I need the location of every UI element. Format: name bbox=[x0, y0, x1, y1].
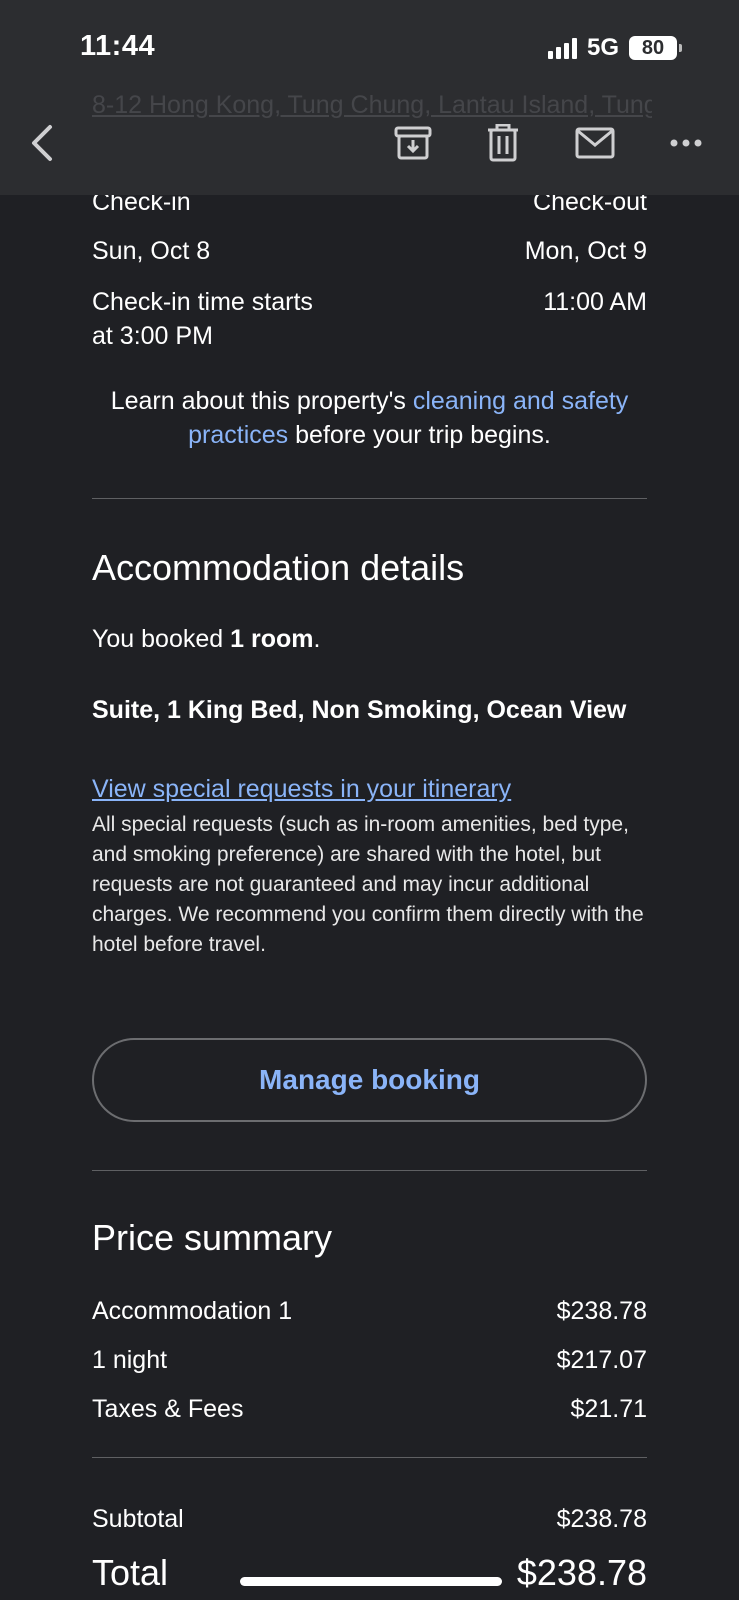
home-indicator[interactable] bbox=[240, 1577, 502, 1586]
more-button[interactable] bbox=[661, 118, 711, 168]
price-line-label: Accommodation 1 bbox=[92, 1297, 293, 1325]
checkin-date: Sun, Oct 8 bbox=[92, 237, 211, 265]
price-line-value: $238.78 bbox=[556, 1297, 647, 1325]
price-line-label: Taxes & Fees bbox=[92, 1395, 244, 1423]
mail-icon bbox=[575, 127, 615, 159]
cleaning-suffix: before your trip begins. bbox=[288, 421, 551, 449]
special-requests-link[interactable]: View special requests in your itinerary bbox=[92, 775, 511, 803]
divider bbox=[92, 1170, 647, 1171]
booked-summary: You booked 1 room. bbox=[92, 622, 647, 656]
status-time: 11:44 bbox=[80, 30, 156, 62]
cleaning-notice: Learn about this property's cleaning and… bbox=[92, 384, 647, 452]
total-label: Total bbox=[92, 1552, 169, 1593]
price-line-value: $21.71 bbox=[570, 1395, 647, 1423]
mail-button[interactable] bbox=[570, 118, 620, 168]
special-requests-note: All special requests (such as in-room am… bbox=[92, 813, 644, 956]
booked-prefix: You booked bbox=[92, 625, 231, 653]
cleaning-prefix: Learn about this property's bbox=[110, 387, 413, 415]
total-row: Total $238.78 bbox=[92, 1552, 647, 1594]
network-label: 5G bbox=[586, 34, 619, 61]
checkin-time-line1: Check-in time starts bbox=[92, 288, 313, 316]
archive-button[interactable] bbox=[388, 118, 438, 168]
trash-icon bbox=[486, 124, 520, 162]
divider bbox=[92, 498, 647, 499]
subtotal-label: Subtotal bbox=[92, 1505, 184, 1533]
checkout-date: Mon, Oct 9 bbox=[524, 237, 647, 265]
price-summary-title: Price summary bbox=[92, 1217, 333, 1258]
accommodation-title: Accommodation details bbox=[92, 547, 465, 588]
checkout-time: 11:00 AM bbox=[543, 288, 647, 316]
room-type: Suite, 1 King Bed, Non Smoking, Ocean Vi… bbox=[92, 696, 627, 724]
price-line: 1 night $217.07 bbox=[92, 1346, 647, 1375]
price-line-label: 1 night bbox=[92, 1346, 168, 1374]
total-value: $238.78 bbox=[516, 1552, 647, 1593]
signal-icon bbox=[547, 37, 577, 59]
battery-level: 80 bbox=[641, 36, 665, 59]
price-line-value: $217.07 bbox=[556, 1346, 647, 1374]
chevron-left-icon bbox=[28, 123, 58, 163]
delete-button[interactable] bbox=[478, 118, 528, 168]
battery-icon: 80 bbox=[629, 36, 682, 60]
back-button[interactable] bbox=[18, 118, 68, 168]
divider bbox=[92, 1457, 647, 1458]
price-line: Taxes & Fees $21.71 bbox=[92, 1395, 647, 1424]
stay-dates-row: Sun, Oct 8 Mon, Oct 9 bbox=[92, 237, 647, 266]
checkin-time-line2: at 3:00 PM bbox=[92, 322, 213, 350]
status-indicators: 5G 80 bbox=[547, 34, 682, 62]
special-requests-link-wrap: View special requests in your itinerary bbox=[92, 775, 511, 804]
stay-times-row: Check-in time starts at 3:00 PM 11:00 AM bbox=[92, 285, 647, 353]
manage-booking-button[interactable]: Manage booking bbox=[92, 1038, 647, 1122]
booked-suffix: . bbox=[313, 625, 321, 653]
checkin-time: Check-in time starts at 3:00 PM bbox=[92, 285, 313, 353]
address-link[interactable]: 8-12 Hong Kong, Tung Chung, Lantau Islan… bbox=[92, 88, 652, 122]
more-icon bbox=[669, 138, 703, 148]
price-line: Accommodation 1 $238.78 bbox=[92, 1297, 647, 1326]
top-bar: 11:44 5G 80 8-12 Hong Kong, Tung Chung, … bbox=[0, 0, 739, 195]
subtotal-value: $238.78 bbox=[556, 1505, 647, 1533]
archive-icon bbox=[394, 125, 432, 161]
booked-count: 1 room bbox=[230, 625, 314, 653]
subtotal-row: Subtotal $238.78 bbox=[92, 1505, 647, 1534]
